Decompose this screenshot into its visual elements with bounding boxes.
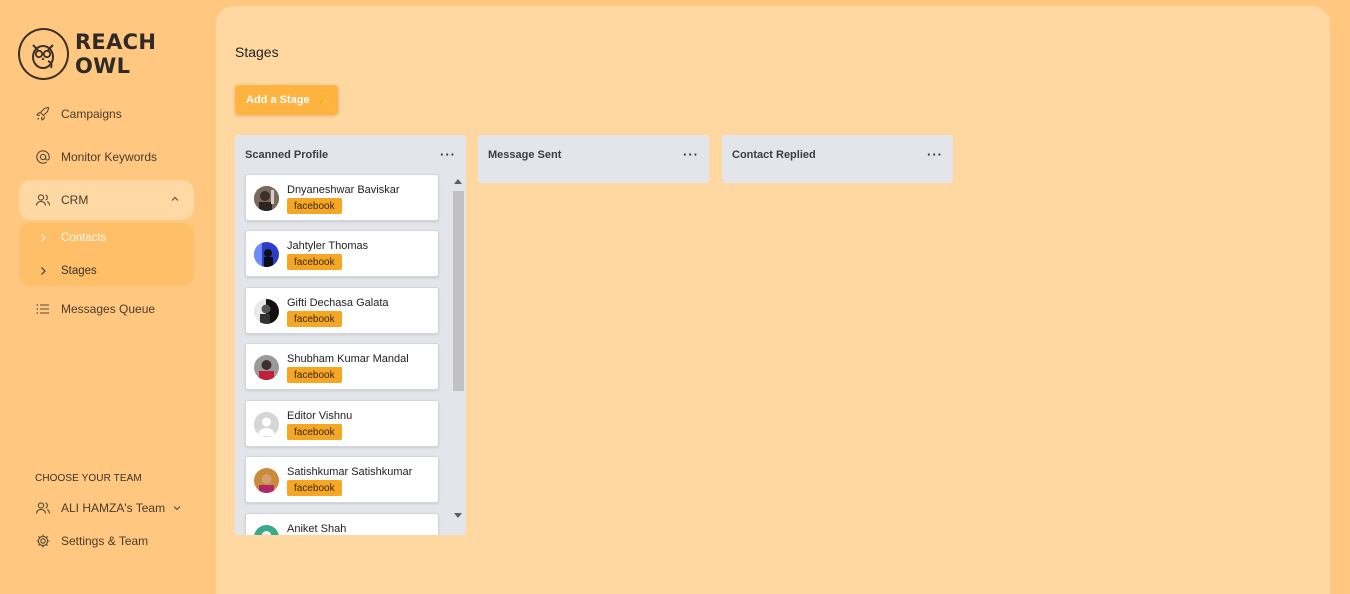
sidebar-item-crm[interactable]: CRM [19, 180, 194, 220]
sidebar-item-label: Campaigns [61, 107, 122, 121]
stage-column-message-sent: Message Sent ··· [478, 135, 709, 183]
scrollbar[interactable] [452, 174, 464, 524]
stage-title: Contact Replied [732, 148, 816, 161]
scroll-down-arrow-icon[interactable] [454, 513, 462, 518]
contact-name: Satishkumar Satishkumar [287, 466, 413, 478]
sidebar-item-contacts[interactable]: Contacts [19, 226, 194, 250]
sidebar-item-messages-queue[interactable]: Messages Queue [19, 289, 194, 329]
more-options-icon[interactable]: ··· [927, 147, 943, 162]
stage-header: Contact Replied ··· [722, 135, 953, 174]
contact-name: Gifti Dechasa Galata [287, 297, 389, 309]
rocket-icon [35, 106, 51, 122]
source-tag: facebook [287, 198, 342, 214]
contact-card[interactable]: Aniket Shah facebook [245, 513, 439, 535]
avatar [254, 355, 279, 380]
add-stage-button[interactable]: Add a Stage [235, 85, 338, 115]
sidebar-item-stages[interactable]: Stages [19, 259, 194, 283]
stage-column-contact-replied: Contact Replied ··· [722, 135, 953, 183]
scroll-up-arrow-icon[interactable] [454, 179, 462, 184]
contact-card[interactable]: Jahtyler Thomas facebook [245, 230, 439, 277]
scroll-thumb[interactable] [453, 191, 464, 391]
crm-submenu: Contacts Stages [19, 223, 194, 286]
default-avatar-icon [254, 412, 279, 437]
team-selector[interactable]: ALI HAMZA's Team [35, 500, 182, 516]
sidebar-item-label: CRM [61, 193, 89, 207]
stage-header: Message Sent ··· [478, 135, 709, 174]
contact-name: Aniket Shah [287, 523, 347, 535]
owl-icon [18, 28, 69, 80]
stage-card-list[interactable]: Dnyaneshwar Baviskar facebook Jahtyler T… [235, 174, 466, 535]
sidebar-item-label: Contacts [61, 232, 107, 244]
source-tag: facebook [287, 367, 342, 383]
more-options-icon[interactable]: ··· [683, 147, 699, 162]
avatar [254, 299, 279, 324]
chevron-down-icon [172, 503, 182, 513]
avatar [254, 525, 279, 535]
contact-name: Jahtyler Thomas [287, 240, 369, 252]
contact-card[interactable]: Editor Vishnu facebook [245, 400, 439, 447]
contact-card[interactable]: Shubham Kumar Mandal facebook [245, 343, 439, 390]
users-icon [35, 192, 51, 208]
sidebar: REACH OWL Campaigns Monitor Keywords CRM… [0, 0, 216, 594]
avatar [254, 468, 279, 493]
sidebar-item-label: Monitor Keywords [61, 150, 158, 164]
list-icon [35, 301, 51, 317]
brand-logo[interactable]: REACH OWL [18, 28, 216, 80]
source-tag: facebook [287, 254, 342, 270]
chevron-right-icon [38, 266, 48, 276]
more-options-icon[interactable]: ··· [440, 147, 456, 162]
contact-card[interactable]: Satishkumar Satishkumar facebook [245, 456, 439, 503]
users-icon [35, 500, 51, 516]
settings-label: Settings & Team [61, 534, 149, 548]
contact-card[interactable]: Gifti Dechasa Galata facebook [245, 287, 439, 334]
stage-title: Scanned Profile [245, 148, 329, 161]
sidebar-item-campaigns[interactable]: Campaigns [19, 94, 194, 134]
source-tag: facebook [287, 311, 342, 327]
sidebar-item-label: Messages Queue [61, 302, 156, 316]
contact-card[interactable]: Dnyaneshwar Baviskar facebook [245, 174, 439, 221]
settings-link[interactable]: Settings & Team [35, 533, 148, 549]
team-name: ALI HAMZA's Team [61, 501, 166, 515]
avatar [254, 186, 279, 211]
chevron-right-icon [38, 233, 48, 243]
sparkle-icon [315, 93, 327, 108]
team-section-label: CHOOSE YOUR TEAM [35, 473, 142, 484]
contact-name: Shubham Kumar Mandal [287, 353, 409, 365]
page-title: Stages [235, 44, 279, 60]
source-tag: facebook [287, 424, 342, 440]
avatar [254, 242, 279, 267]
brand-name: REACH OWL [74, 30, 157, 78]
contact-name: Editor Vishnu [287, 410, 353, 422]
add-stage-label: Add a Stage [246, 94, 310, 106]
gear-icon [35, 533, 51, 549]
chevron-up-icon [170, 193, 180, 207]
stage-header: Scanned Profile ··· [235, 135, 466, 174]
source-tag: facebook [287, 480, 342, 496]
contact-name: Dnyaneshwar Baviskar [287, 184, 400, 196]
stage-title: Message Sent [488, 148, 562, 161]
sidebar-item-monitor-keywords[interactable]: Monitor Keywords [19, 137, 194, 177]
at-icon [35, 149, 51, 165]
sidebar-item-label: Stages [61, 265, 97, 277]
stage-column-scanned-profile: Scanned Profile ··· Dnyaneshwar Baviskar… [235, 135, 466, 535]
main-panel: Stages Add a Stage Scanned Profile ··· D… [216, 6, 1330, 594]
